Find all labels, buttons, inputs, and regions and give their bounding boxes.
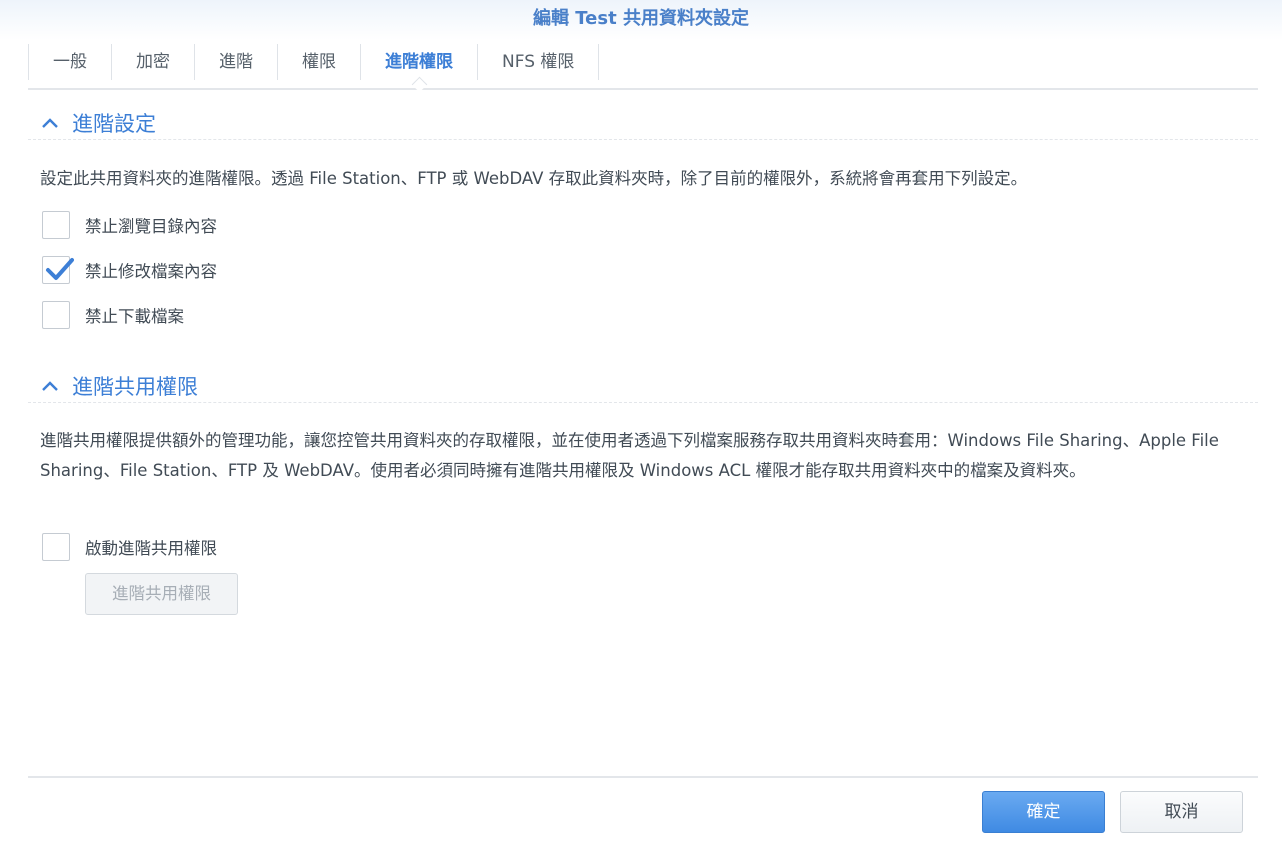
section-title: 進階共用權限 xyxy=(72,374,198,399)
advanced-share-header[interactable]: 進階共用權限 xyxy=(28,369,1258,403)
ok-button[interactable]: 確定 xyxy=(982,791,1105,833)
tab-advanced-permissions[interactable]: 進階權限 xyxy=(360,44,477,80)
advanced-settings-header[interactable]: 進階設定 xyxy=(28,106,1258,140)
option-label: 禁止瀏覽目錄內容 xyxy=(85,217,217,236)
checkbox[interactable] xyxy=(42,301,70,329)
tab-encryption[interactable]: 加密 xyxy=(111,44,194,80)
cancel-button[interactable]: 取消 xyxy=(1120,791,1243,833)
advanced-share-permissions-button: 進階共用權限 xyxy=(85,573,238,615)
option-deny-modify[interactable]: 禁止修改檔案內容 xyxy=(42,256,217,284)
chevron-up-icon[interactable] xyxy=(32,369,68,403)
option-label: 禁止修改檔案內容 xyxy=(85,262,217,281)
checkmark-icon xyxy=(46,258,74,280)
checkbox[interactable] xyxy=(42,533,70,561)
checkbox[interactable] xyxy=(42,211,70,239)
option-deny-browse[interactable]: 禁止瀏覽目錄內容 xyxy=(42,211,217,239)
advanced-settings-description: 設定此共用資料夾的進階權限。透過 File Station、FTP 或 WebD… xyxy=(40,169,1028,188)
option-enable-advanced-share[interactable]: 啟動進階共用權限 xyxy=(42,533,217,561)
advanced-share-description: 進階共用權限提供額外的管理功能，讓您控管共用資料夾的存取權限，並在使用者透過下列… xyxy=(40,431,1219,480)
option-label: 啟動進階共用權限 xyxy=(85,539,217,558)
tab-general[interactable]: 一般 xyxy=(28,44,111,80)
tab-advanced[interactable]: 進階 xyxy=(194,44,277,80)
option-label: 禁止下載檔案 xyxy=(85,307,184,326)
chevron-up-icon[interactable] xyxy=(32,106,68,140)
section-title: 進階設定 xyxy=(72,111,156,136)
footer-divider xyxy=(28,776,1258,778)
tab-permissions[interactable]: 權限 xyxy=(277,44,360,80)
dialog-title: 編輯 Test 共用資料夾設定 xyxy=(0,0,1282,40)
checkbox-checked[interactable] xyxy=(42,256,74,284)
option-deny-download[interactable]: 禁止下載檔案 xyxy=(42,301,184,329)
tab-nfs-permissions[interactable]: NFS 權限 xyxy=(477,44,600,80)
dialog-window: 編輯 Test 共用資料夾設定 一般 加密 進階 權限 進階權限 NFS 權限 … xyxy=(0,0,1282,841)
tab-bar: 一般 加密 進階 權限 進階權限 NFS 權限 xyxy=(28,44,1258,90)
